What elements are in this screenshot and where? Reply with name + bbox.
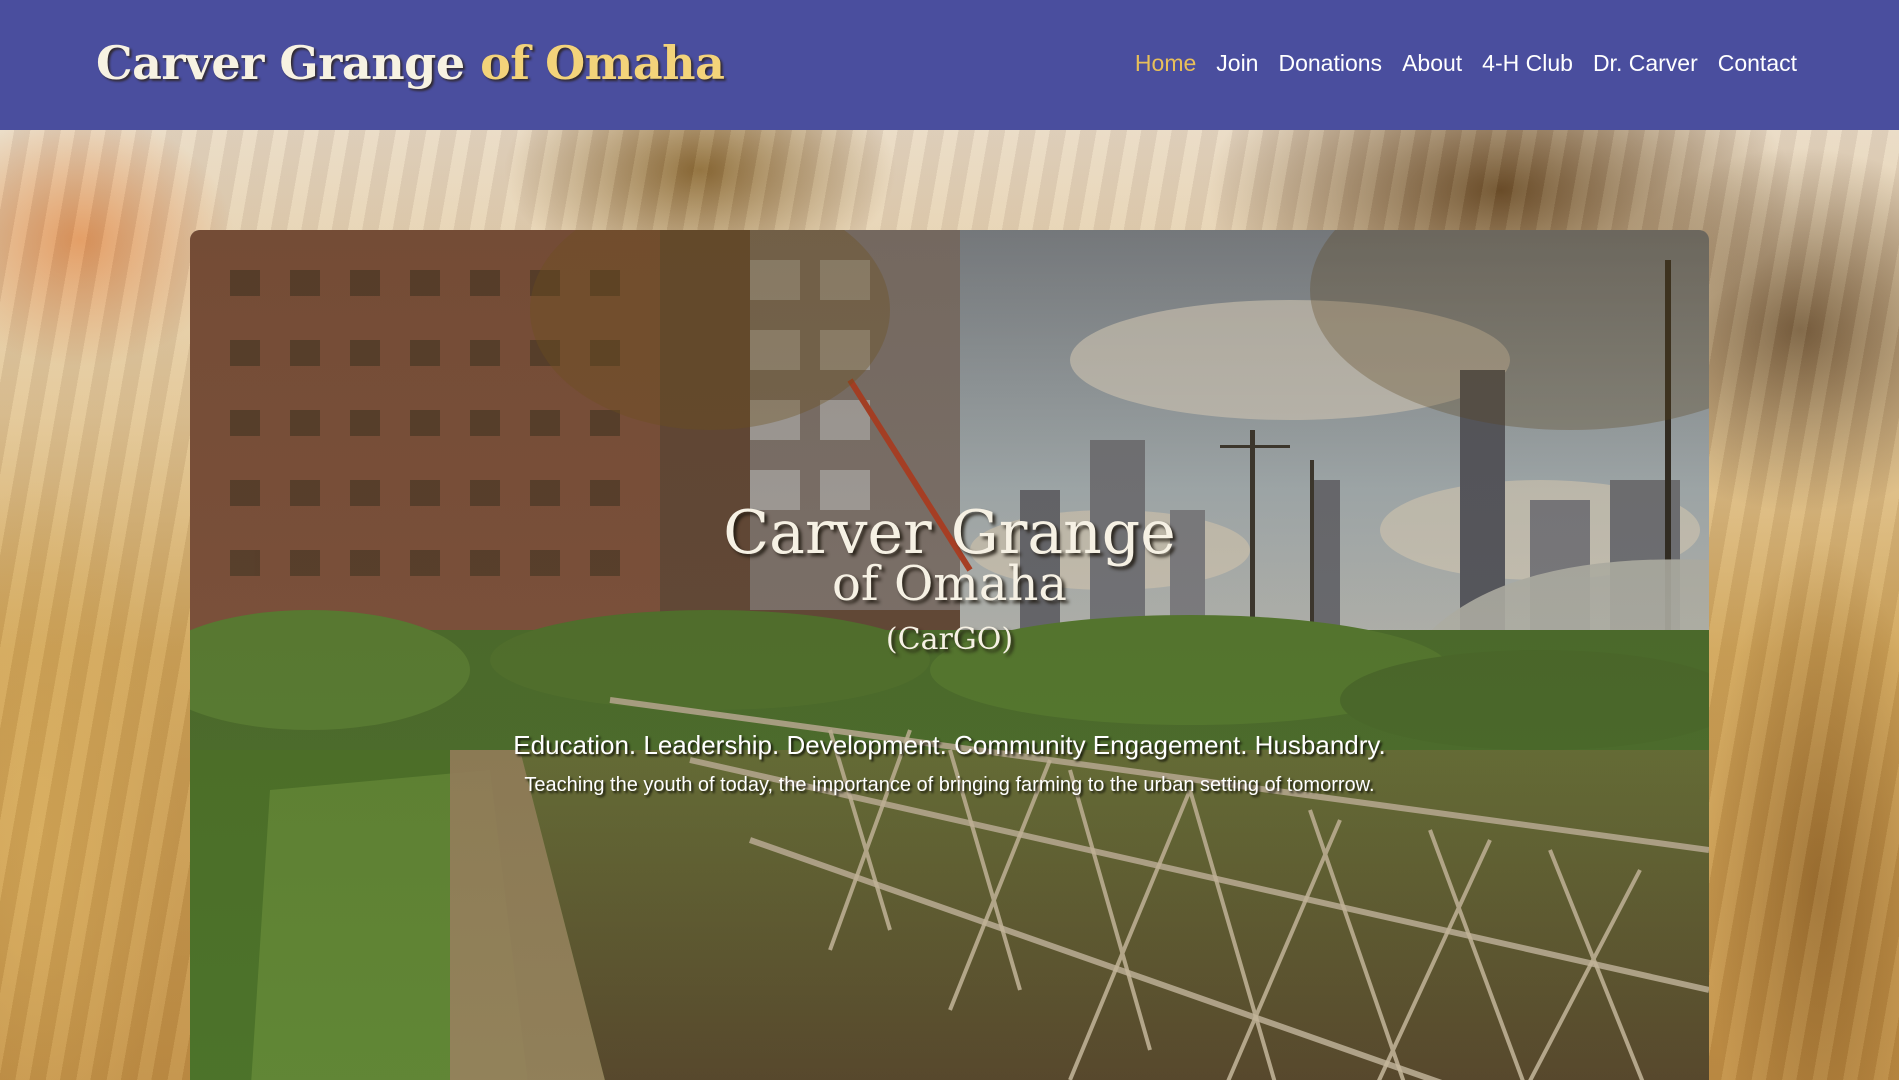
nav-about[interactable]: About — [1402, 50, 1462, 77]
nav-home[interactable]: Home — [1135, 50, 1196, 77]
nav-join[interactable]: Join — [1216, 50, 1258, 77]
nav-donations[interactable]: Donations — [1278, 50, 1382, 77]
brand-location: of Omaha — [464, 36, 725, 90]
hero-banner: Carver Grange of Omaha (CarGO) Education… — [190, 230, 1709, 1080]
site-logo-link[interactable]: Carver Grange of Omaha — [96, 36, 725, 90]
brand-name: Carver Grange — [96, 36, 465, 90]
main-nav: Home Join Donations About 4-H Club Dr. C… — [1135, 50, 1797, 77]
nav-contact[interactable]: Contact — [1718, 50, 1797, 77]
hero-description: Teaching the youth of today, the importa… — [524, 774, 1375, 796]
nav-dr-carver[interactable]: Dr. Carver — [1593, 50, 1698, 77]
nav-4h-club[interactable]: 4-H Club — [1482, 50, 1573, 77]
hero-abbreviation: (CarGO) — [885, 622, 1014, 657]
hero-subtitle: of Omaha — [832, 556, 1067, 612]
hero-tagline: Education. Leadership. Development. Comm… — [513, 730, 1386, 760]
site-header: Carver Grange of Omaha Home Join Donatio… — [0, 0, 1899, 130]
hero-text-block: Carver Grange of Omaha (CarGO) Education… — [190, 230, 1709, 1080]
